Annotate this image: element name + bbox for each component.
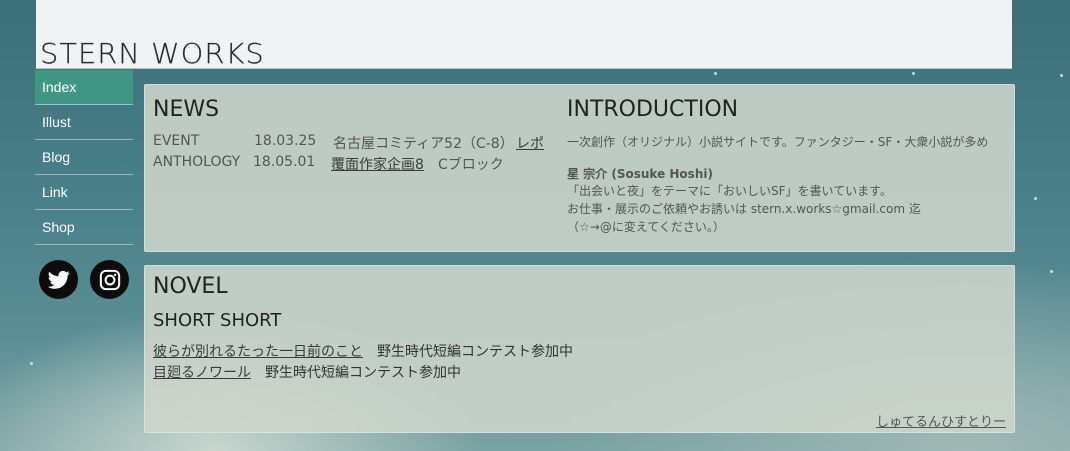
news-text: 名古屋コミティア52（C-8） <box>333 136 514 152</box>
nav-item-blog[interactable]: Blog <box>35 140 133 175</box>
intro-contact-note: （☆→@に変えてください。） <box>567 220 725 234</box>
history-link[interactable]: しゅてるんひすとりー <box>876 411 1006 430</box>
star-decoration <box>30 362 33 365</box>
star-decoration <box>1050 270 1053 273</box>
news-text: Cブロック <box>438 157 504 173</box>
intro-theme: 「出会いと夜」をテーマに「おいしいSF」を書いています。 <box>567 184 892 198</box>
news-category: ANTHOLOGY <box>153 154 241 170</box>
novel-title-link[interactable]: 目廻るノワール <box>153 365 251 381</box>
nav-item-illust[interactable]: Illust <box>35 105 133 140</box>
news-date: 18.03.25 <box>254 133 317 149</box>
novel-item: 目廻るノワール 野生時代短編コンテスト参加中 <box>153 362 461 382</box>
twitter-icon <box>47 270 70 289</box>
twitter-button[interactable] <box>39 260 78 299</box>
news-anthology-link[interactable]: 覆面作家企画8 <box>331 157 424 173</box>
nav-item-link[interactable]: Link <box>35 175 133 210</box>
novel-note: 野生時代短編コンテスト参加中 <box>265 365 461 381</box>
news-report-link[interactable]: レポ <box>516 136 544 152</box>
star-decoration <box>1034 197 1037 200</box>
main-nav: Index Illust Blog Link Shop <box>35 70 133 245</box>
news-date: 18.05.01 <box>253 154 316 170</box>
intro-contact: お仕事・展示のご依頼やお誘いは stern.x.works☆gmail.com … <box>567 202 921 216</box>
novel-note: 野生時代短編コンテスト参加中 <box>377 344 573 360</box>
intro-description: 一次創作（オリジナル）小説サイトです。ファンタジー・SF・大衆小説が多め <box>567 135 989 149</box>
star-decoration <box>1060 74 1063 77</box>
novel-subheading: SHORT SHORT <box>153 310 282 331</box>
instagram-icon <box>99 269 120 290</box>
novel-title-link[interactable]: 彼らが別れるたった一日前のこと <box>153 344 363 360</box>
nav-item-shop[interactable]: Shop <box>35 210 133 245</box>
novel-panel: NOVEL SHORT SHORT 彼らが別れるたった一日前のこと 野生時代短編コ… <box>144 265 1015 433</box>
star-decoration <box>912 72 915 75</box>
author-name: 星 宗介 (Sosuke Hoshi) <box>567 167 713 181</box>
news-category: EVENT <box>153 133 200 149</box>
novel-heading: NOVEL <box>153 274 228 299</box>
star-decoration <box>714 72 717 75</box>
instagram-button[interactable] <box>90 260 129 299</box>
novel-item: 彼らが別れるたった一日前のこと 野生時代短編コンテスト参加中 <box>153 341 573 361</box>
news-intro-panel: NEWS EVENT 18.03.25 名古屋コミティア52（C-8） レポ A… <box>144 84 1015 252</box>
news-heading: NEWS <box>153 97 220 122</box>
introduction-heading: INTRODUCTION <box>567 97 739 122</box>
nav-item-index[interactable]: Index <box>35 70 133 105</box>
site-title[interactable]: STERN WORKS <box>40 37 265 70</box>
